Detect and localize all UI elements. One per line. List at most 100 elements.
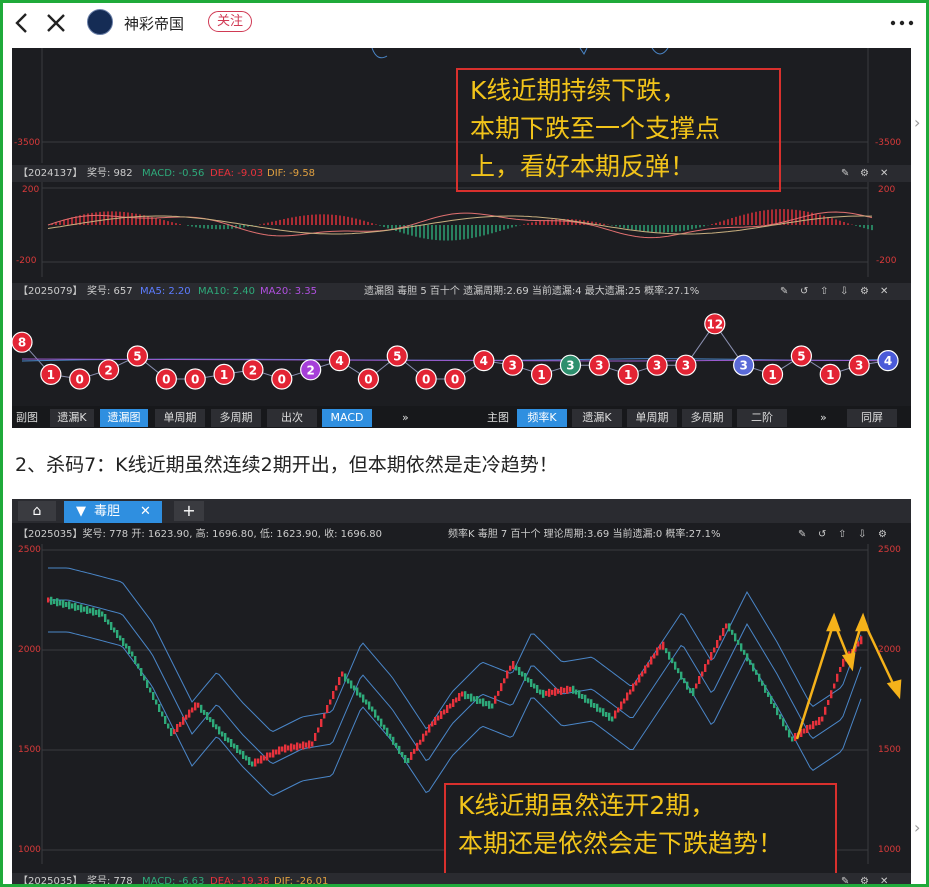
kline-candle	[77, 605, 80, 611]
account-name[interactable]: 神彩帝国	[124, 13, 184, 34]
gear-icon[interactable]: ⚙	[860, 873, 869, 884]
tab-miss-k-main[interactable]: 遗漏K	[572, 409, 622, 427]
kline-candle	[500, 683, 503, 692]
gear-icon[interactable]: ⚙	[860, 283, 869, 300]
arrow-down-icon[interactable]: ⇩	[858, 526, 866, 543]
tab-bar: ⌂ ▼ 毒胆 ✕ +	[12, 499, 911, 523]
kline-candle	[200, 704, 203, 713]
arrow-up-icon[interactable]: ⇧	[838, 526, 846, 543]
kline-candle	[821, 716, 824, 722]
back-icon[interactable]	[9, 9, 35, 37]
kline-candle	[677, 668, 680, 674]
prize-number: 奖号: 778	[87, 876, 133, 887]
ma5-value: MA5: 2.20	[140, 286, 191, 297]
kline-candle	[344, 673, 347, 682]
kline-candle	[449, 703, 452, 709]
tab-miss-chart[interactable]: 遗漏图	[100, 409, 148, 427]
kline-candle	[353, 685, 356, 691]
kline-candle	[515, 665, 518, 671]
plus-icon[interactable]: +	[174, 501, 204, 521]
kline-candle	[716, 640, 719, 648]
miss-chart: 81 0250 0 1 2024050 04 313 313 31231513 4	[12, 313, 899, 390]
miss-point: 0	[155, 368, 177, 390]
tab-dudan[interactable]: ▼ 毒胆 ✕	[64, 501, 162, 523]
chevron-right-icon[interactable]: ›	[914, 113, 920, 132]
kline-candle	[278, 746, 281, 755]
kline-candle	[758, 673, 761, 682]
kline-candle	[257, 758, 260, 764]
kline-candle	[539, 689, 542, 695]
kline-candle	[182, 716, 185, 725]
kline-candle	[137, 663, 140, 669]
kline-candle	[110, 622, 113, 630]
miss-value-label: 2	[249, 363, 257, 377]
kline-candle	[587, 698, 590, 704]
kline-candle	[152, 692, 155, 700]
kline-candle	[185, 714, 188, 720]
pin-icon[interactable]: ✎	[780, 283, 788, 300]
pin-icon[interactable]: ✎	[841, 165, 849, 182]
callout-line: 上，看好本期反弹！	[470, 152, 696, 181]
close-icon[interactable]: ✕	[880, 283, 888, 300]
follow-button[interactable]: 关注	[208, 11, 253, 32]
close-icon[interactable]: ✕	[880, 873, 888, 884]
gear-icon[interactable]: ⚙	[878, 526, 887, 543]
tab-multi-period[interactable]: 多周期	[211, 409, 261, 427]
home-icon[interactable]: ⌂	[18, 501, 56, 521]
dif-value: DIF: -26.01	[274, 876, 329, 887]
kline-candle	[98, 609, 101, 618]
macd-chart	[41, 182, 873, 277]
kline-candle	[65, 602, 68, 607]
miss-point: 2	[300, 359, 322, 381]
tab-second-order[interactable]: 二阶	[737, 409, 787, 427]
tab-frequency-k[interactable]: 频率K	[517, 409, 567, 427]
kline-candle	[308, 740, 311, 749]
kline-candle	[776, 707, 779, 716]
kline-candle	[272, 749, 275, 758]
avatar[interactable]	[87, 9, 113, 35]
kline-candle	[512, 661, 515, 669]
more-left-button[interactable]: »	[402, 409, 409, 427]
tab-macd[interactable]: MACD	[322, 409, 372, 427]
pin-icon[interactable]: ✎	[841, 873, 849, 884]
kline-candle	[743, 649, 746, 655]
kline-candle	[548, 688, 551, 697]
close-icon[interactable]: ✕	[880, 165, 888, 182]
axis-label: -3500	[14, 138, 41, 148]
kline-candle	[608, 712, 611, 721]
more-icon[interactable]	[887, 9, 917, 37]
kline-candle	[446, 705, 449, 713]
miss-value-label: 0	[76, 373, 84, 387]
miss-value-label: 2	[104, 363, 112, 377]
sub-chart-label: 副图	[16, 411, 38, 424]
tab-single-period[interactable]: 单周期	[155, 409, 205, 427]
chevron-right-icon[interactable]: ›	[914, 818, 920, 837]
more-right-button[interactable]: »	[820, 409, 827, 427]
pin-icon[interactable]: ✎	[798, 526, 806, 543]
miss-point: 4	[473, 349, 495, 372]
axis-label: -3500	[875, 138, 902, 148]
tab-miss-k[interactable]: 遗漏K	[50, 409, 94, 427]
arrow-up-icon[interactable]: ⇧	[820, 283, 828, 300]
tab-multi-period-main[interactable]: 多周期	[682, 409, 732, 427]
gear-icon[interactable]: ⚙	[860, 165, 869, 182]
kline-candle	[80, 604, 83, 613]
tab-appear-count[interactable]: 出次	[267, 409, 317, 427]
kline-candle	[329, 699, 332, 705]
kline-candle	[653, 653, 656, 659]
close-icon[interactable]	[43, 9, 69, 37]
kline-candle	[686, 681, 689, 690]
refresh-icon[interactable]: ↺	[800, 283, 808, 300]
refresh-icon[interactable]: ↺	[818, 526, 826, 543]
kline-candle	[149, 687, 152, 693]
kline-candle	[782, 718, 785, 727]
miss-value-label: 5	[797, 350, 805, 364]
arrow-down-icon[interactable]: ⇩	[840, 283, 848, 300]
tab-single-period-main[interactable]: 单周期	[627, 409, 677, 427]
macd-info-strip-2: 【2025035】 奖号: 778 MACD: -6.63 DEA: -19.3…	[12, 873, 911, 887]
miss-value-label: 4	[884, 354, 892, 368]
kline-candle	[770, 696, 773, 704]
fullscreen-button[interactable]: 同屏	[847, 409, 897, 427]
close-icon[interactable]: ✕	[140, 501, 151, 523]
kline-candle	[713, 647, 716, 653]
